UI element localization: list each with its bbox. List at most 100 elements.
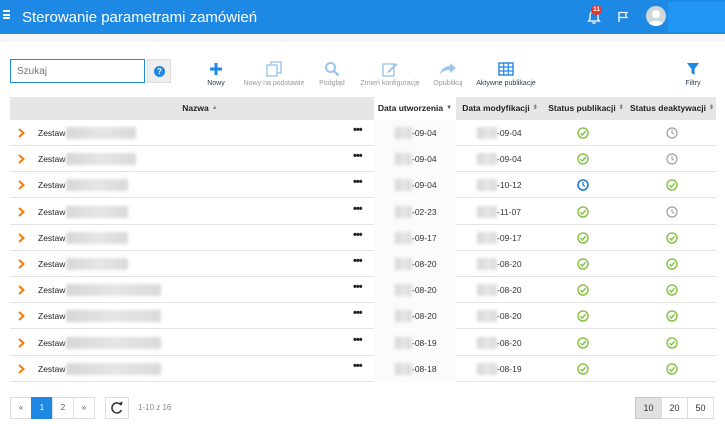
page-title: Sterowanie parametrami zamówień — [22, 9, 258, 26]
row-created-date: -02-23 — [412, 206, 437, 217]
column-created[interactable]: Data utworzenia ▼ — [374, 97, 456, 120]
user-avatar-icon[interactable] — [646, 6, 666, 26]
row-created-date: -09-04 — [412, 154, 437, 165]
check-circle-icon — [666, 179, 678, 192]
preview-button[interactable]: Podgląd — [316, 60, 348, 87]
check-circle-icon — [666, 310, 678, 323]
change-config-button[interactable]: Zmień konfigurację — [358, 60, 422, 87]
page-size-50[interactable]: 50 — [687, 397, 714, 419]
row-more-button[interactable]: ••• — [353, 124, 363, 136]
redacted-created-year — [395, 336, 412, 349]
copy-icon — [242, 60, 306, 78]
search-help-button[interactable]: ? — [147, 59, 171, 83]
new-based-button[interactable]: Nowy na podstawie — [242, 60, 306, 87]
plus-icon — [200, 60, 232, 78]
row-modified-date: -08-20 — [497, 259, 522, 269]
filters-button[interactable]: Filtry — [678, 60, 708, 87]
expand-chevron-icon[interactable] — [17, 364, 25, 374]
share-icon — [430, 60, 466, 78]
row-more-button[interactable]: ••• — [353, 229, 363, 241]
notification-badge: 11 — [591, 5, 602, 15]
redacted-modified-year — [477, 336, 497, 349]
row-more-button[interactable]: ••• — [353, 203, 363, 215]
table-row[interactable]: Zestaw ••• -08-20 -08-20 — [10, 303, 716, 330]
help-icon: ? — [154, 66, 165, 77]
menu-icon[interactable] — [3, 10, 10, 19]
page-size-10[interactable]: 10 — [635, 397, 662, 419]
check-circle-icon — [666, 284, 678, 296]
row-more-button[interactable]: ••• — [353, 360, 363, 372]
user-menu[interactable] — [668, 2, 725, 32]
row-modified-date: -11-07 — [497, 206, 521, 217]
refresh-button[interactable] — [105, 397, 129, 419]
expand-chevron-icon[interactable] — [17, 128, 25, 138]
expand-chevron-icon[interactable] — [17, 233, 25, 243]
row-more-button[interactable]: ••• — [353, 255, 363, 267]
expand-chevron-icon[interactable] — [17, 154, 25, 164]
redacted-name — [66, 284, 161, 297]
column-deact-status[interactable]: Status deaktywacji ⬍ — [628, 97, 716, 120]
prev-page-button[interactable]: « — [10, 397, 32, 419]
refresh-icon — [111, 401, 123, 414]
search-field[interactable] — [10, 59, 145, 83]
row-more-button[interactable]: ••• — [353, 307, 363, 319]
top-bar: Sterowanie parametrami zamówień 11 — [0, 0, 725, 34]
row-name: Zestaw — [38, 311, 66, 322]
column-pub-status[interactable]: Status publikacji ⬍ — [544, 97, 628, 120]
check-circle-icon — [666, 363, 678, 375]
redacted-modified-year — [477, 153, 497, 166]
redacted-modified-year — [477, 179, 497, 192]
row-more-button[interactable]: ••• — [353, 281, 363, 293]
redacted-created-year — [395, 258, 412, 270]
page-size-20[interactable]: 20 — [661, 397, 688, 419]
table-row[interactable]: Zestaw ••• -08-18 -08-19 — [10, 355, 716, 382]
column-name[interactable]: Nazwa ▲ — [50, 97, 350, 120]
table-row[interactable]: Zestaw ••• -09-04 -10-12 — [10, 172, 716, 199]
next-page-button[interactable]: » — [73, 397, 95, 419]
expand-chevron-icon[interactable] — [17, 337, 25, 348]
decorative-band — [0, 34, 725, 42]
search-input[interactable] — [11, 60, 144, 82]
change-config-label: Zmień konfigurację — [360, 80, 420, 87]
table-row[interactable]: Zestaw ••• -09-04 -09-04 — [10, 120, 716, 146]
new-button-label: Nowy — [207, 80, 225, 87]
publish-button[interactable]: Opublikuj — [430, 60, 466, 87]
expand-chevron-icon[interactable] — [17, 285, 25, 295]
range-text: 1-10 z 16 — [138, 403, 172, 412]
page-size-selector: 10 20 50 — [635, 397, 714, 419]
row-created-date: -09-04 — [412, 180, 437, 191]
flag-icon[interactable] — [617, 11, 629, 23]
row-name: Zestaw — [38, 259, 66, 269]
expand-chevron-icon[interactable] — [17, 259, 25, 269]
expand-chevron-icon[interactable] — [17, 180, 25, 191]
redacted-modified-year — [477, 284, 497, 297]
page-2-button[interactable]: 2 — [52, 397, 74, 419]
row-name: Zestaw — [38, 363, 66, 374]
row-more-button[interactable]: ••• — [353, 150, 363, 162]
table-row[interactable]: Zestaw ••• -09-17 -09-17 — [10, 224, 716, 251]
check-circle-icon — [666, 232, 678, 244]
table-row[interactable]: Zestaw ••• -08-20 -08-20 — [10, 277, 716, 304]
new-based-label: Nowy na podstawie — [243, 80, 305, 87]
expand-chevron-icon[interactable] — [17, 206, 25, 217]
row-modified-date: -09-04 — [497, 128, 522, 138]
row-more-button[interactable]: ••• — [353, 176, 363, 188]
active-publications-button[interactable]: Aktywne publikacje — [474, 60, 538, 87]
expand-chevron-icon[interactable] — [17, 311, 25, 322]
row-modified-date: -09-17 — [497, 232, 522, 243]
page-1-button[interactable]: 1 — [31, 397, 53, 419]
table-row[interactable]: Zestaw ••• -02-23 -11-07 — [10, 198, 716, 225]
table-row[interactable]: Zestaw ••• -08-20 -08-20 — [10, 251, 716, 277]
row-modified-date: -08-20 — [497, 337, 522, 348]
table-row[interactable]: Zestaw ••• -08-19 -08-20 — [10, 329, 716, 356]
table-row[interactable]: Zestaw ••• -09-04 -09-04 — [10, 146, 716, 173]
row-name: Zestaw — [38, 337, 66, 348]
row-created-date: -08-18 — [412, 363, 437, 374]
row-created-date: -08-20 — [412, 259, 437, 269]
check-circle-icon — [577, 336, 589, 349]
new-button[interactable]: Nowy — [200, 60, 232, 87]
column-modified[interactable]: Data modyfikacji ⬍ — [456, 97, 544, 120]
row-more-button[interactable]: ••• — [353, 334, 363, 346]
check-circle-icon — [577, 232, 589, 244]
row-created-date: -09-17 — [412, 232, 437, 243]
